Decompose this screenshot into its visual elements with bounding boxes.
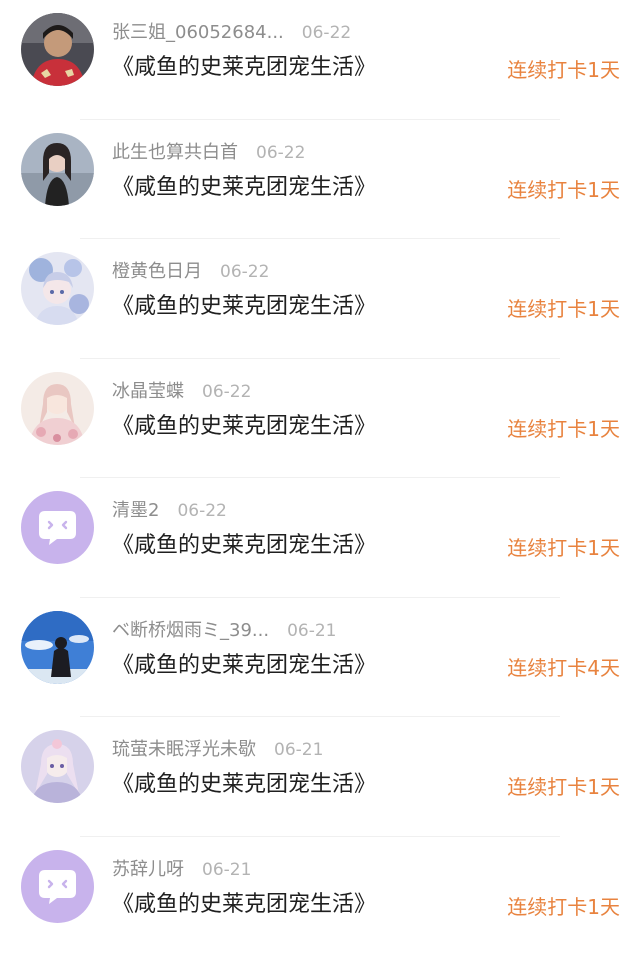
book-title[interactable]: 《咸鱼的史莱克团宠生活》 (112, 530, 376, 562)
list-item[interactable]: ベ断桥烟雨ミ_39... 06-21 《咸鱼的史莱克团宠生活》 连续打卡4天 (0, 598, 640, 718)
list-item[interactable]: 张三姐_06052684... 06-22 《咸鱼的史莱克团宠生活》 连续打卡1天 (0, 0, 640, 120)
avatar[interactable] (21, 13, 94, 86)
chat-bubble-icon (21, 850, 94, 923)
checkin-date: 06-21 (287, 617, 336, 645)
user-name[interactable]: 张三姐_06052684... (112, 19, 284, 47)
streak-label: 连续打卡1天 (507, 413, 620, 445)
avatar[interactable] (21, 491, 94, 564)
user-photo-icon (21, 13, 94, 86)
checkin-date: 06-21 (274, 736, 323, 764)
avatar[interactable] (21, 133, 94, 206)
list-item[interactable]: 清墨2 06-22 《咸鱼的史莱克团宠生活》 连续打卡1天 (0, 478, 640, 598)
record-meta: ベ断桥烟雨ミ_39... 06-21 (112, 617, 336, 645)
book-title[interactable]: 《咸鱼的史莱克团宠生活》 (112, 291, 376, 323)
avatar[interactable] (21, 252, 94, 325)
book-title[interactable]: 《咸鱼的史莱克团宠生活》 (112, 889, 376, 921)
book-title[interactable]: 《咸鱼的史莱克团宠生活》 (112, 52, 376, 84)
avatar[interactable] (21, 730, 94, 803)
record-meta: 冰晶莹蝶 06-22 (112, 378, 251, 406)
record-meta: 张三姐_06052684... 06-22 (112, 19, 351, 47)
checkin-list: 张三姐_06052684... 06-22 《咸鱼的史莱克团宠生活》 连续打卡1天… (0, 0, 640, 956)
checkin-date: 06-22 (177, 497, 226, 525)
anime-avatar-icon (21, 252, 94, 325)
streak-label: 连续打卡1天 (507, 532, 620, 564)
user-name[interactable]: 清墨2 (112, 497, 159, 525)
list-item[interactable]: 冰晶莹蝶 06-22 《咸鱼的史莱克团宠生活》 连续打卡1天 (0, 359, 640, 479)
book-title[interactable]: 《咸鱼的史莱克团宠生活》 (112, 650, 376, 682)
anime-avatar-icon (21, 730, 94, 803)
user-name[interactable]: 琉萤未眠浮光未歇 (112, 736, 256, 764)
user-name[interactable]: 橙黄色日月 (112, 258, 202, 286)
user-photo-icon (21, 133, 94, 206)
list-item[interactable]: 琉萤未眠浮光未歇 06-21 《咸鱼的史莱克团宠生活》 连续打卡1天 (0, 717, 640, 837)
streak-label: 连续打卡1天 (507, 771, 620, 803)
anime-avatar-icon (21, 372, 94, 445)
user-name[interactable]: 苏辞儿呀 (112, 856, 184, 884)
checkin-date: 06-22 (202, 378, 251, 406)
record-meta: 苏辞儿呀 06-21 (112, 856, 251, 884)
streak-label: 连续打卡1天 (507, 54, 620, 86)
chat-bubble-icon (21, 491, 94, 564)
avatar[interactable] (21, 611, 94, 684)
avatar[interactable] (21, 850, 94, 923)
checkin-date: 06-22 (220, 258, 269, 286)
list-item[interactable]: 橙黄色日月 06-22 《咸鱼的史莱克团宠生活》 连续打卡1天 (0, 239, 640, 359)
user-name[interactable]: 冰晶莹蝶 (112, 378, 184, 406)
record-meta: 琉萤未眠浮光未歇 06-21 (112, 736, 323, 764)
checkin-date: 06-22 (302, 19, 351, 47)
user-name[interactable]: 此生也算共白首 (112, 139, 238, 167)
user-name[interactable]: ベ断桥烟雨ミ_39... (112, 617, 269, 645)
streak-label: 连续打卡4天 (507, 652, 620, 684)
book-title[interactable]: 《咸鱼的史莱克团宠生活》 (112, 411, 376, 443)
record-meta: 橙黄色日月 06-22 (112, 258, 269, 286)
book-title[interactable]: 《咸鱼的史莱克团宠生活》 (112, 172, 376, 204)
record-meta: 清墨2 06-22 (112, 497, 227, 525)
streak-label: 连续打卡1天 (507, 293, 620, 325)
list-item[interactable]: 苏辞儿呀 06-21 《咸鱼的史莱克团宠生活》 连续打卡1天 (0, 837, 640, 956)
list-item[interactable]: 此生也算共白首 06-22 《咸鱼的史莱克团宠生活》 连续打卡1天 (0, 120, 640, 240)
streak-label: 连续打卡1天 (507, 174, 620, 206)
user-photo-icon (21, 611, 94, 684)
checkin-date: 06-21 (202, 856, 251, 884)
record-meta: 此生也算共白首 06-22 (112, 139, 305, 167)
book-title[interactable]: 《咸鱼的史莱克团宠生活》 (112, 769, 376, 801)
checkin-date: 06-22 (256, 139, 305, 167)
avatar[interactable] (21, 372, 94, 445)
streak-label: 连续打卡1天 (507, 891, 620, 923)
